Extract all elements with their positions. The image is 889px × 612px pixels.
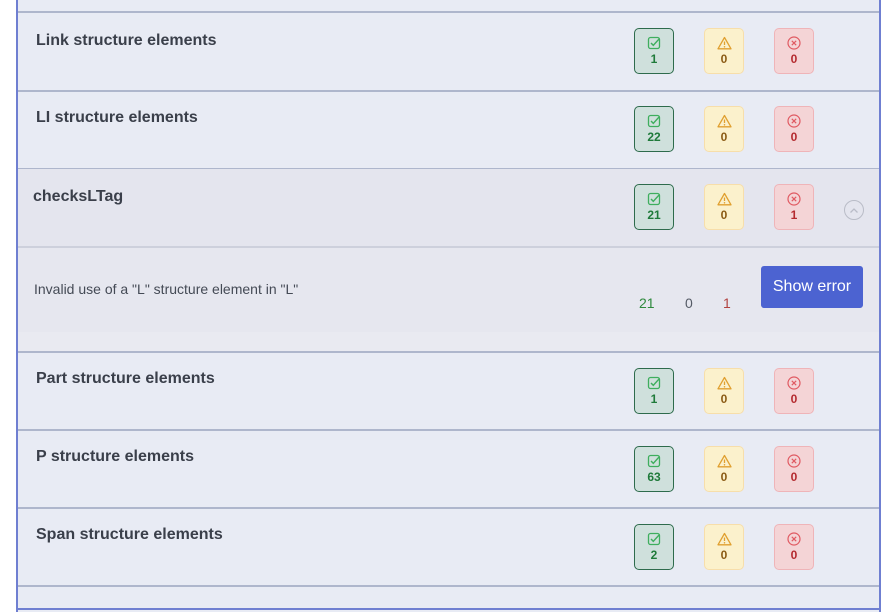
warning-count: 0 [720, 392, 728, 406]
warning-triangle-icon [716, 36, 732, 50]
pass-badge: 63 [634, 446, 674, 492]
detail-warning-count: 0 [685, 295, 693, 311]
error-badge: 0 [774, 524, 814, 570]
result-row-span[interactable]: Span structure elements 2 0 0 [18, 509, 879, 587]
x-circle-icon [787, 454, 801, 468]
warning-triangle-icon [716, 114, 732, 128]
warning-triangle-icon [716, 192, 732, 206]
warning-badge: 0 [704, 184, 744, 230]
warning-count: 0 [720, 470, 728, 484]
warning-badge: 0 [704, 446, 744, 492]
error-detail-row: Invalid use of a "L" structure element i… [18, 248, 879, 332]
warning-count: 0 [720, 548, 728, 562]
warning-triangle-icon [716, 532, 732, 546]
check-square-icon [647, 192, 661, 206]
result-row-checksltag-expanded[interactable]: checksLTag 21 0 1 Invalid use of a "L" s… [18, 169, 879, 353]
warning-count: 0 [720, 52, 728, 66]
detail-footer [18, 332, 879, 351]
x-circle-icon [787, 376, 801, 390]
result-row-part[interactable]: Part structure elements 1 0 0 [18, 353, 879, 431]
detail-pass-count: 21 [639, 295, 655, 311]
warning-badge: 0 [704, 524, 744, 570]
pass-badge: 22 [634, 106, 674, 152]
result-row-link[interactable]: Link structure elements 1 0 0 [18, 15, 879, 92]
warning-count: 0 [720, 130, 728, 144]
previous-row-edge [18, 0, 879, 13]
row-title: P structure elements [36, 448, 194, 465]
warning-triangle-icon [716, 376, 732, 390]
error-count: 0 [790, 548, 798, 562]
check-square-icon [647, 376, 661, 390]
error-message: Invalid use of a "L" structure element i… [34, 281, 299, 297]
error-badge: 0 [774, 106, 814, 152]
check-square-icon [647, 114, 661, 128]
warning-badge: 0 [704, 106, 744, 152]
panel-bottom-edge [18, 608, 879, 610]
x-circle-icon [787, 532, 801, 546]
x-circle-icon [787, 192, 801, 206]
pass-count: 2 [650, 548, 658, 562]
x-circle-icon [787, 114, 801, 128]
row-title: Span structure elements [36, 526, 223, 543]
row-title: Part structure elements [36, 370, 215, 387]
error-count: 1 [790, 208, 798, 222]
row-title: LI structure elements [36, 109, 198, 126]
error-badge: 1 [774, 184, 814, 230]
detail-error-count: 1 [723, 295, 731, 311]
pass-badge: 1 [634, 28, 674, 74]
result-row-p[interactable]: P structure elements 63 0 0 [18, 431, 879, 509]
collapse-button[interactable] [844, 200, 864, 220]
error-count: 0 [790, 130, 798, 144]
error-count: 0 [790, 52, 798, 66]
row-title: checksLTag [33, 188, 124, 205]
check-square-icon [647, 36, 661, 50]
check-square-icon [647, 454, 661, 468]
pass-count: 22 [647, 130, 661, 144]
warning-badge: 0 [704, 368, 744, 414]
pass-count: 1 [650, 52, 658, 66]
show-error-button[interactable]: Show error [761, 266, 863, 308]
x-circle-icon [787, 36, 801, 50]
result-row-li[interactable]: LI structure elements 22 0 0 [18, 92, 879, 170]
error-badge: 0 [774, 446, 814, 492]
chevron-up-icon [850, 207, 858, 213]
error-count: 0 [790, 470, 798, 484]
warning-count: 0 [720, 208, 728, 222]
error-badge: 0 [774, 368, 814, 414]
pass-count: 1 [650, 392, 658, 406]
pass-count: 63 [647, 470, 661, 484]
pass-count: 21 [647, 208, 661, 222]
check-square-icon [647, 532, 661, 546]
warning-badge: 0 [704, 28, 744, 74]
pass-badge: 21 [634, 184, 674, 230]
pass-badge: 1 [634, 368, 674, 414]
error-badge: 0 [774, 28, 814, 74]
row-title: Link structure elements [36, 32, 217, 49]
error-count: 0 [790, 392, 798, 406]
warning-triangle-icon [716, 454, 732, 468]
pass-badge: 2 [634, 524, 674, 570]
